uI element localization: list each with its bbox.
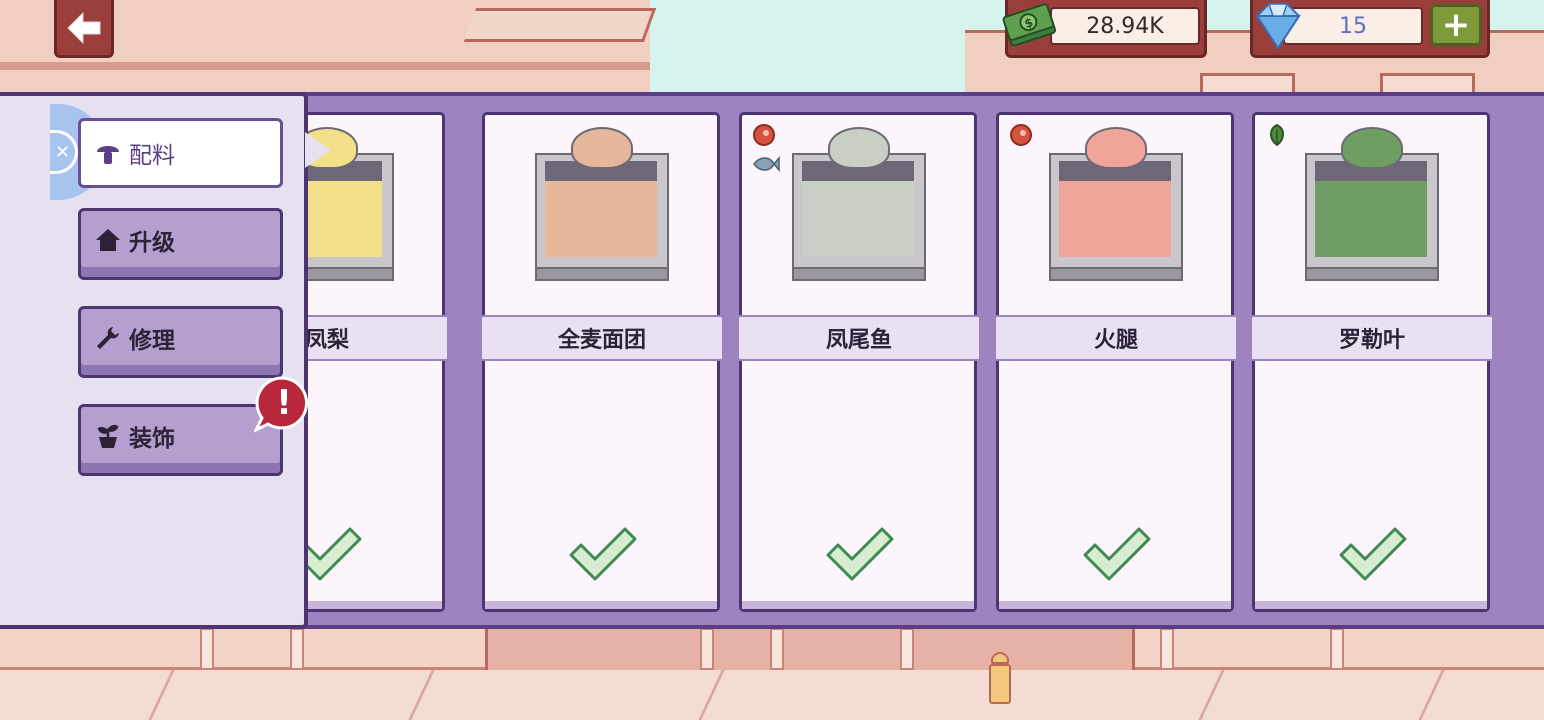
gem-display: 15 + — [1250, 0, 1490, 58]
ingredient-name: 罗勒叶 — [1250, 315, 1494, 361]
menu-item-upgrade[interactable]: 升级 — [78, 208, 283, 280]
meat-icon — [752, 123, 776, 147]
meat-icon — [1009, 123, 1033, 147]
ingredient-name: 火腿 — [994, 315, 1238, 361]
leaf-icon — [1265, 123, 1289, 147]
fish-icon — [752, 155, 780, 173]
menu-item-decorate[interactable]: 装饰 — [78, 404, 283, 476]
checkmark-icon — [824, 525, 896, 583]
menu-item-label: 装饰 — [129, 426, 175, 452]
street — [0, 628, 1544, 720]
back-button[interactable] — [54, 0, 114, 58]
menu-item-label: 配料 — [129, 143, 175, 169]
checkmark-icon — [1337, 525, 1409, 583]
mushroom-icon — [97, 146, 119, 164]
add-gems-button[interactable]: + — [1430, 4, 1482, 46]
sprout-pot-icon — [97, 424, 119, 448]
menu-pointer — [305, 132, 331, 168]
ingredient-bin — [1049, 127, 1183, 283]
diamond-icon — [1255, 3, 1301, 50]
cash-value: 28.94K — [1050, 7, 1200, 45]
ingredient-card[interactable]: 全麦面团 — [480, 112, 724, 612]
alert-icon: ! — [276, 383, 292, 423]
wrench-icon — [97, 327, 119, 349]
fire-hydrant — [985, 652, 1015, 708]
alert-badge: ! — [254, 376, 309, 433]
ingredient-name: 全麦面团 — [480, 315, 724, 361]
ingredient-card[interactable]: 凤尾鱼 — [737, 112, 981, 612]
ingredient-card[interactable]: 火腿 — [994, 112, 1238, 612]
house-icon — [96, 229, 120, 251]
menu-item-label: 修理 — [129, 328, 175, 354]
ingredient-name: 凤尾鱼 — [737, 315, 981, 361]
ingredient-bin — [535, 127, 669, 283]
side-menu: ✕ 配料 升级 修理 装饰 ! — [0, 92, 309, 629]
money-stack-icon: $ — [1002, 3, 1057, 46]
ingredient-bin — [792, 127, 926, 283]
cash-display: 28.94K $ — [1002, 0, 1207, 58]
ingredient-bin — [1305, 127, 1439, 283]
arrow-left-icon — [67, 11, 101, 44]
menu-item-toppings[interactable]: 配料 — [78, 118, 283, 188]
menu-item-label: 升级 — [129, 230, 175, 256]
menu-item-repair[interactable]: 修理 — [78, 306, 283, 378]
checkmark-icon — [567, 525, 639, 583]
ingredient-card[interactable]: 罗勒叶 — [1250, 112, 1494, 612]
checkmark-icon — [1081, 525, 1153, 583]
